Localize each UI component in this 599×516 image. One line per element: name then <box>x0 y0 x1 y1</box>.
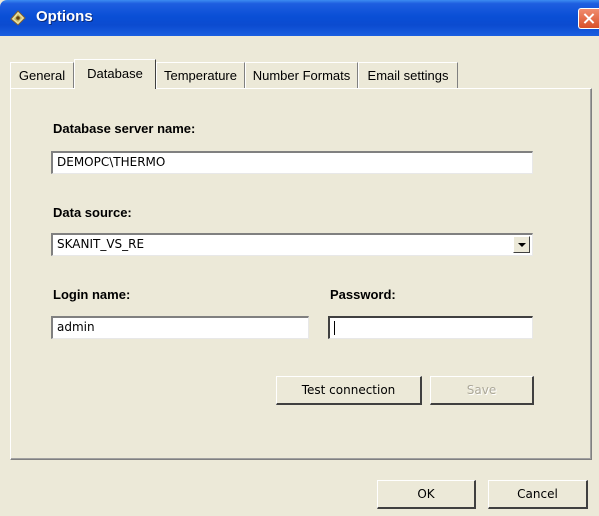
tab-label: Email settings <box>367 68 449 83</box>
tab-label: Database <box>87 66 143 81</box>
tab-label: Temperature <box>164 68 237 83</box>
password-label: Password: <box>330 287 396 302</box>
tab-number-formats[interactable]: Number Formats <box>245 62 358 88</box>
window-title: Options <box>36 8 93 25</box>
login-name-label: Login name: <box>53 287 131 302</box>
tab-temperature[interactable]: Temperature <box>156 62 245 88</box>
data-source-label: Data source: <box>53 205 132 220</box>
chevron-down-icon[interactable] <box>513 236 530 253</box>
login-name-field[interactable]: admin <box>51 316 309 339</box>
server-name-field[interactable]: DEMOPC\THERMO <box>51 151 533 174</box>
ok-button[interactable]: OK <box>377 480 476 509</box>
password-field[interactable] <box>328 316 533 339</box>
tab-database[interactable]: Database <box>74 59 156 89</box>
save-button[interactable]: Save <box>430 376 534 405</box>
tab-label: General <box>18 68 66 83</box>
tab-label: Number Formats <box>252 68 351 83</box>
options-app-icon <box>8 8 28 28</box>
test-connection-button[interactable]: Test connection <box>276 376 422 405</box>
title-bar[interactable]: Options <box>0 0 599 36</box>
tab-general[interactable]: General <box>10 62 74 88</box>
close-icon[interactable] <box>578 8 599 29</box>
data-source-select[interactable]: SKANIT_VS_RE <box>51 233 533 256</box>
data-source-value: SKANIT_VS_RE <box>57 237 145 251</box>
cancel-button[interactable]: Cancel <box>488 480 588 509</box>
server-name-label: Database server name: <box>53 121 196 136</box>
options-dialog: Options General Database Temperature Num… <box>0 0 599 516</box>
text-caret <box>334 321 335 335</box>
tab-email-settings[interactable]: Email settings <box>358 62 458 88</box>
